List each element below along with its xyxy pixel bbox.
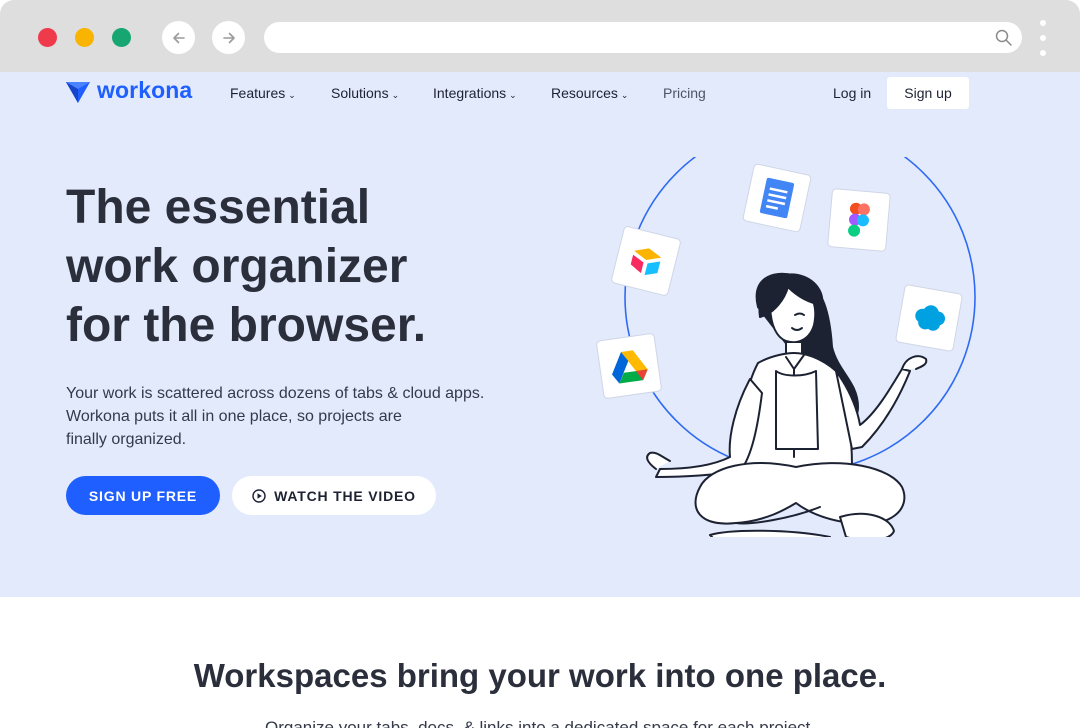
url-input[interactable] bbox=[278, 22, 978, 53]
headline-line-1: The essential bbox=[66, 181, 371, 234]
site-nav: workona Features ⌄ Solutions ⌄ Integration… bbox=[0, 72, 1080, 114]
chevron-down-icon: ⌄ bbox=[391, 90, 400, 100]
description-line-3: finally organized. bbox=[66, 431, 187, 448]
nav-integrations[interactable]: Integrations ⌄ bbox=[433, 85, 517, 101]
workona-logo-icon bbox=[66, 81, 90, 103]
headline-line-3: for the browser. bbox=[66, 299, 427, 352]
chevron-down-icon: ⌄ bbox=[288, 90, 296, 100]
signup-button[interactable]: Sign up bbox=[887, 77, 969, 109]
google-drive-icon bbox=[596, 333, 662, 399]
nav-features[interactable]: Features ⌄ bbox=[230, 85, 296, 101]
watch-video-label: WATCH THE VIDEO bbox=[274, 487, 416, 504]
hero-illustration bbox=[596, 157, 976, 537]
forward-button[interactable] bbox=[212, 21, 245, 54]
minimize-window-button[interactable] bbox=[75, 28, 94, 47]
airtable-icon bbox=[611, 226, 681, 296]
play-circle-icon bbox=[252, 488, 266, 503]
nav-solutions[interactable]: Solutions ⌄ bbox=[331, 85, 399, 101]
close-window-button[interactable] bbox=[38, 28, 57, 47]
description-line-1: Your work is scattered across dozens of … bbox=[66, 385, 485, 402]
watch-video-button[interactable]: WATCH THE VIDEO bbox=[232, 476, 436, 515]
search-icon[interactable] bbox=[994, 28, 1014, 48]
nav-resources-label: Resources bbox=[551, 85, 618, 101]
workona-logo[interactable]: workona bbox=[65, 77, 192, 104]
nav-pricing[interactable]: Pricing bbox=[663, 85, 706, 101]
figma-icon bbox=[827, 188, 891, 252]
forward-arrow-icon bbox=[222, 32, 235, 43]
chevron-down-icon: ⌄ bbox=[620, 90, 629, 100]
back-button[interactable] bbox=[162, 21, 195, 54]
nav-features-label: Features bbox=[230, 85, 286, 101]
woman-figure bbox=[646, 272, 928, 537]
salesforce-icon bbox=[895, 284, 963, 352]
browser-toolbar bbox=[0, 0, 1080, 72]
address-bar[interactable] bbox=[264, 22, 1022, 53]
workspaces-subheading: Organize your tabs, docs, & links into a… bbox=[265, 718, 815, 728]
nav-integrations-label: Integrations bbox=[433, 85, 507, 101]
nav-resources[interactable]: Resources ⌄ bbox=[551, 85, 628, 101]
hero-description: Your work is scattered across dozens of … bbox=[66, 382, 506, 451]
browser-window: workona Features ⌄ Solutions ⌄ Integration… bbox=[0, 0, 1080, 728]
back-arrow-icon bbox=[172, 32, 185, 43]
headline-line-2: work organizer bbox=[66, 240, 408, 293]
description-line-2: Workona puts it all in one place, so pro… bbox=[66, 408, 402, 425]
hero-headline: The essential work organizer for the bro… bbox=[66, 178, 526, 355]
hero-section: workona Features ⌄ Solutions ⌄ Integration… bbox=[0, 72, 1080, 597]
sign-up-free-button[interactable]: SIGN UP FREE bbox=[66, 476, 220, 515]
logo-wordmark: workona bbox=[97, 77, 193, 103]
workspaces-heading: Workspaces bring your work into one plac… bbox=[193, 657, 887, 694]
nav-solutions-label: Solutions bbox=[331, 85, 389, 101]
google-docs-icon bbox=[742, 163, 812, 233]
kebab-menu-icon[interactable] bbox=[1036, 20, 1050, 56]
nav-pricing-label: Pricing bbox=[663, 85, 706, 101]
chevron-down-icon: ⌄ bbox=[509, 90, 517, 100]
maximize-window-button[interactable] bbox=[112, 28, 131, 47]
login-link[interactable]: Log in bbox=[833, 85, 871, 101]
